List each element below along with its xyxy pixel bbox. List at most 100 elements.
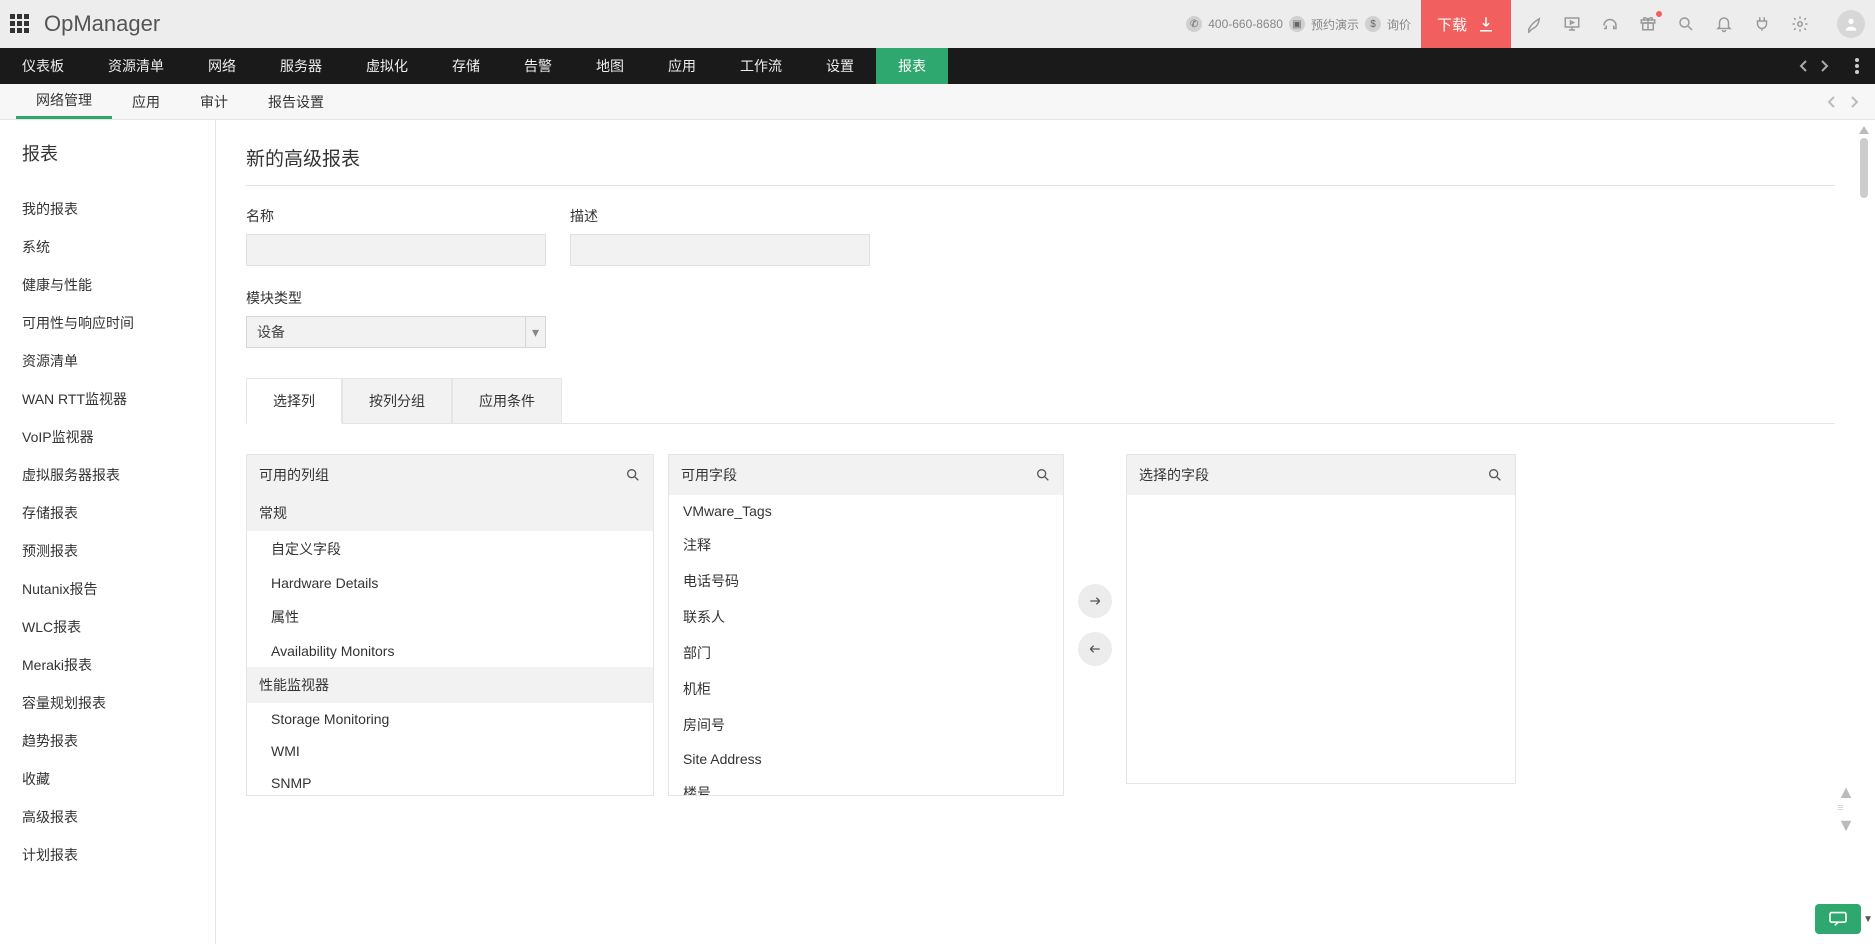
field-item[interactable]: VMware_Tags	[669, 495, 1063, 527]
gift-icon[interactable]	[1639, 14, 1657, 32]
mainnav-item[interactable]: 资源清单	[86, 48, 186, 84]
sidebar-item[interactable]: Meraki报表	[22, 646, 215, 684]
subnav-item[interactable]: 报告设置	[248, 84, 344, 119]
field-item[interactable]: 机柜	[669, 671, 1063, 707]
chevron-right-icon[interactable]	[1819, 60, 1829, 72]
mainnav-item[interactable]: 存储	[430, 48, 502, 84]
group-item[interactable]: 自定义字段	[247, 531, 653, 567]
chevron-left-icon[interactable]	[1827, 96, 1837, 108]
arrow-right-icon	[1087, 593, 1103, 609]
field-item[interactable]: 房间号	[669, 707, 1063, 743]
nav-more-icon[interactable]	[1839, 48, 1875, 84]
reorder-buttons[interactable]: ▲ ≡ ▼	[1837, 783, 1855, 834]
group-item[interactable]: SNMP	[247, 767, 653, 795]
sidebar-item[interactable]: 收藏	[22, 760, 215, 798]
main-scrollbar[interactable]	[1857, 120, 1871, 944]
sidebar-item[interactable]: WAN RTT监视器	[22, 380, 215, 418]
module-label: 模块类型	[246, 288, 1835, 308]
group-section: 性能监视器	[247, 667, 653, 703]
group-item[interactable]: WMI	[247, 735, 653, 767]
sidebar-item[interactable]: VoIP监视器	[22, 418, 215, 456]
headset-icon[interactable]	[1601, 15, 1619, 33]
move-right-button[interactable]	[1078, 584, 1112, 618]
search-icon[interactable]	[1035, 467, 1051, 483]
desc-input[interactable]	[570, 234, 870, 266]
quote-link[interactable]: 询价	[1387, 16, 1411, 33]
group-item[interactable]: Hardware Details	[247, 567, 653, 599]
sidebar-title: 报表	[22, 140, 215, 166]
sidebar-item[interactable]: 高级报表	[22, 798, 215, 836]
triangle-down-icon[interactable]: ▼	[1837, 816, 1855, 834]
move-buttons	[1078, 584, 1112, 666]
subnav-item[interactable]: 应用	[112, 84, 180, 119]
search-icon[interactable]	[625, 467, 641, 483]
search-icon[interactable]	[1677, 15, 1695, 33]
booking-link[interactable]: 预约演示	[1311, 16, 1359, 33]
mainnav-item[interactable]: 告警	[502, 48, 574, 84]
name-input[interactable]	[246, 234, 546, 266]
sidebar-item[interactable]: 可用性与响应时间	[22, 304, 215, 342]
field-item[interactable]: 联系人	[669, 599, 1063, 635]
mainnav-item[interactable]: 网络	[186, 48, 258, 84]
subnav-item[interactable]: 网络管理	[16, 84, 112, 119]
sidebar-item[interactable]: 资源清单	[22, 342, 215, 380]
sidebar-item[interactable]: 存储报表	[22, 494, 215, 532]
sidebar-item[interactable]: 容量规划报表	[22, 684, 215, 722]
main-nav: 仪表板资源清单网络服务器虚拟化存储告警地图应用工作流设置报表	[0, 48, 1875, 84]
mainnav-item[interactable]: 设置	[804, 48, 876, 84]
search-icon[interactable]	[1487, 467, 1503, 483]
field-item[interactable]: 楼号	[669, 775, 1063, 795]
sidebar-item[interactable]: 虚拟服务器报表	[22, 456, 215, 494]
mainnav-item[interactable]: 工作流	[718, 48, 804, 84]
nav-scroll-arrows[interactable]	[1789, 48, 1839, 84]
mainnav-item[interactable]: 仪表板	[0, 48, 86, 84]
column-tab[interactable]: 按列分组	[342, 378, 452, 423]
column-tabs: 选择列按列分组应用条件	[246, 378, 1835, 424]
field-item[interactable]: Site Address	[669, 743, 1063, 775]
sidebar-item[interactable]: 预测报表	[22, 532, 215, 570]
mainnav-item[interactable]: 地图	[574, 48, 646, 84]
phone-icon: ✆	[1186, 16, 1202, 32]
sidebar-item[interactable]: Nutanix报告	[22, 570, 215, 608]
subnav-scroll-arrows[interactable]	[1827, 84, 1859, 119]
subnav-item[interactable]: 审计	[180, 84, 248, 119]
drag-handle-icon: ≡	[1837, 803, 1855, 814]
chat-fab[interactable]: ▼	[1815, 904, 1861, 934]
sidebar-item[interactable]: 系统	[22, 228, 215, 266]
name-label: 名称	[246, 206, 546, 226]
mainnav-item[interactable]: 服务器	[258, 48, 344, 84]
field-item[interactable]: 部门	[669, 635, 1063, 671]
sidebar-item[interactable]: WLC报表	[22, 608, 215, 646]
column-tab[interactable]: 选择列	[246, 378, 342, 424]
arrow-left-icon	[1087, 641, 1103, 657]
module-select[interactable]: 设备 ▾	[246, 316, 546, 348]
mainnav-item[interactable]: 报表	[876, 48, 948, 84]
download-button[interactable]: 下载	[1421, 0, 1511, 48]
main-content: 新的高级报表 名称 描述 模块类型 设备 ▾ 选择列按列分组应用条件	[216, 120, 1875, 944]
avatar[interactable]	[1837, 10, 1865, 38]
scroll-up-icon[interactable]	[1859, 126, 1869, 134]
chevron-down-icon[interactable]: ▼	[1863, 914, 1873, 925]
group-item[interactable]: 属性	[247, 599, 653, 635]
sidebar-item[interactable]: 趋势报表	[22, 722, 215, 760]
move-left-button[interactable]	[1078, 632, 1112, 666]
sidebar-item[interactable]: 我的报表	[22, 190, 215, 228]
mainnav-item[interactable]: 虚拟化	[344, 48, 430, 84]
field-item[interactable]: 电话号码	[669, 563, 1063, 599]
group-item[interactable]: Availability Monitors	[247, 635, 653, 667]
group-item[interactable]: Storage Monitoring	[247, 703, 653, 735]
sidebar-item[interactable]: 健康与性能	[22, 266, 215, 304]
plug-icon[interactable]	[1753, 15, 1771, 33]
field-item[interactable]: 注释	[669, 527, 1063, 563]
mainnav-item[interactable]: 应用	[646, 48, 718, 84]
chevron-right-icon[interactable]	[1849, 96, 1859, 108]
apps-grid-icon[interactable]	[10, 14, 30, 34]
triangle-up-icon[interactable]: ▲	[1837, 783, 1855, 801]
column-tab[interactable]: 应用条件	[452, 378, 562, 423]
bell-icon[interactable]	[1715, 15, 1733, 33]
presentation-icon[interactable]	[1563, 15, 1581, 33]
gear-icon[interactable]	[1791, 15, 1809, 33]
rocket-icon[interactable]	[1525, 15, 1543, 33]
sidebar-item[interactable]: 计划报表	[22, 836, 215, 874]
chevron-left-icon[interactable]	[1799, 60, 1809, 72]
